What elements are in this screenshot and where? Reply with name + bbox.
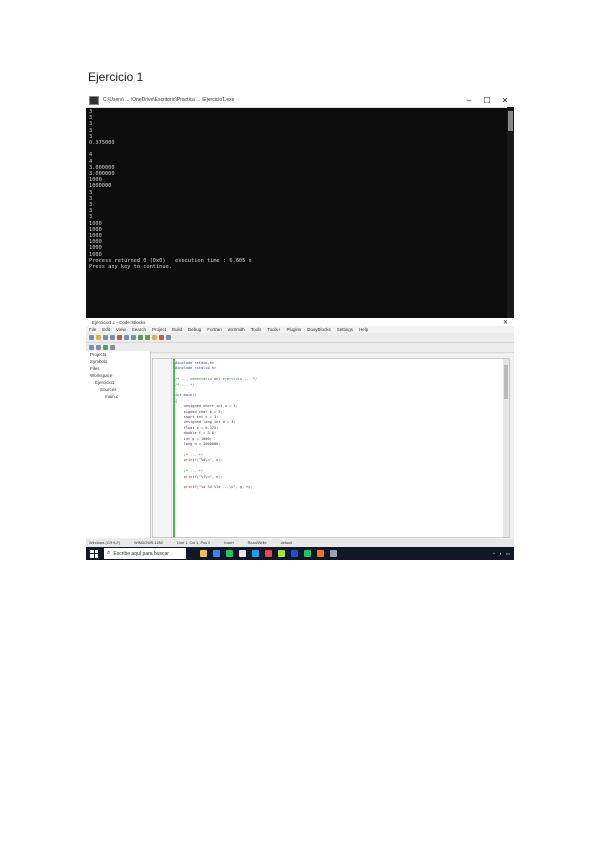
sidebar-item[interactable]: Workspace xyxy=(86,372,150,379)
menu-item[interactable]: Search xyxy=(132,327,146,332)
wifi-icon[interactable]: ◔ xyxy=(492,551,495,556)
console-line: Press any key to continue. xyxy=(89,264,172,271)
taskbar-app-icon[interactable] xyxy=(239,550,246,557)
debug-icon[interactable] xyxy=(166,335,171,340)
windows-start-icon[interactable] xyxy=(90,549,98,558)
toolbar xyxy=(86,333,514,343)
console-window: C:\Users\ ... \OneDrive\Escritorio\Pract… xyxy=(86,93,514,318)
menu-item[interactable]: Fortran xyxy=(207,327,222,332)
ide-window: Ejercicio1.c - Code::Blocks ✕ File Edit Vi… xyxy=(86,318,514,547)
project-sidebar: Projects Symbols Files Workspace Ejercicio1 S… xyxy=(86,351,151,538)
taskbar-app-icon[interactable] xyxy=(213,550,220,557)
windows-taskbar: ⌕ Escribe aquí para buscar ◔ ◖ ▭ xyxy=(86,547,514,560)
taskbar-app-icon[interactable] xyxy=(291,550,298,557)
menu-item[interactable]: Help xyxy=(359,327,368,332)
copy-icon[interactable] xyxy=(124,335,129,340)
status-item: Windows (CR+LF) xyxy=(89,541,121,545)
sidebar-item[interactable]: Sources xyxy=(86,386,150,393)
taskbar-app-icon[interactable] xyxy=(304,550,311,557)
menu-item[interactable]: wxSmith xyxy=(228,327,245,332)
notification-icon[interactable]: ▭ xyxy=(506,551,510,557)
jump-icon[interactable] xyxy=(103,345,108,350)
sidebar-item[interactable]: Ejercicio1 xyxy=(86,379,150,386)
paste-icon[interactable] xyxy=(131,335,136,340)
taskbar-app-icon[interactable] xyxy=(317,550,324,557)
close-icon[interactable]: ✕ xyxy=(503,319,508,326)
status-item: Read/Write xyxy=(247,541,267,545)
status-item: WINDOWS-1252 xyxy=(134,541,164,545)
taskbar-app-icon[interactable] xyxy=(200,550,207,557)
menu-item[interactable]: Debug xyxy=(188,327,201,332)
sidebar-item[interactable]: main.c xyxy=(86,393,150,400)
editor-scrollbar[interactable] xyxy=(503,359,509,537)
ide-title: Ejercicio1.c - Code::Blocks xyxy=(92,319,146,325)
taskbar-apps xyxy=(200,550,337,557)
taskbar-search[interactable]: ⌕ Escribe aquí para buscar xyxy=(104,548,186,559)
menu-item[interactable]: Tools xyxy=(251,327,262,332)
bookmark-icon[interactable] xyxy=(110,345,115,350)
status-item: Line 1, Col 1, Pos 0 xyxy=(177,541,211,545)
run-icon[interactable] xyxy=(145,335,150,340)
code-line: printf("%d %d %ld ...\n", g, h); xyxy=(175,485,253,490)
menu-item[interactable]: View xyxy=(116,327,126,332)
volume-icon[interactable]: ◖ xyxy=(499,551,502,556)
sidebar-item[interactable]: Projects xyxy=(86,351,150,358)
system-tray: ◔ ◖ ▭ xyxy=(492,551,510,557)
menu-item[interactable]: Build xyxy=(172,327,182,332)
menu-item[interactable]: Settings xyxy=(337,327,353,332)
taskbar-app-icon[interactable] xyxy=(265,550,272,557)
console-titlebar: C:\Users\ ... \OneDrive\Escritorio\Pract… xyxy=(86,93,514,108)
status-item: default xyxy=(280,541,292,545)
status-item: Insert xyxy=(224,541,234,545)
code-text[interactable]: #include <stdio.h> #include <stdlib.h> /*… xyxy=(175,361,501,491)
console-icon xyxy=(89,95,99,105)
menu-item[interactable]: File xyxy=(89,327,96,332)
ide-titlebar: Ejercicio1.c - Code::Blocks ✕ xyxy=(86,318,514,326)
maximize-icon[interactable]: ☐ xyxy=(478,96,496,105)
console-scrollbar[interactable] xyxy=(507,107,514,318)
save-icon[interactable] xyxy=(103,335,108,340)
stop-icon[interactable] xyxy=(159,335,164,340)
taskbar-app-icon[interactable] xyxy=(330,550,337,557)
page-heading: Ejercicio 1 xyxy=(88,70,144,84)
sidebar-item[interactable]: Files xyxy=(86,365,150,372)
sidebar-item[interactable]: Symbols xyxy=(86,358,150,365)
menu-bar: File Edit View Search Project Build Debug Fortr… xyxy=(86,326,514,333)
build-icon[interactable] xyxy=(138,335,143,340)
console-title: C:\Users\ ... \OneDrive\Escritorio\Pract… xyxy=(103,97,235,103)
search-icon: ⌕ xyxy=(107,550,111,556)
taskbar-app-icon[interactable] xyxy=(278,550,285,557)
cut-icon[interactable] xyxy=(117,335,122,340)
line-gutter xyxy=(153,359,172,537)
taskbar-app-icon[interactable] xyxy=(226,550,233,557)
taskbar-search-text: Escribe aquí para buscar xyxy=(113,550,169,557)
menu-item[interactable]: Plugins xyxy=(286,327,301,332)
minimize-icon[interactable]: – xyxy=(460,96,478,105)
search-icon[interactable] xyxy=(89,345,94,350)
menu-item[interactable]: DoxyBlocks xyxy=(307,327,331,332)
replace-icon[interactable] xyxy=(96,345,101,350)
status-bar: Windows (CR+LF) WINDOWS-1252 Line 1, Col 1… xyxy=(86,539,514,547)
build-run-icon[interactable] xyxy=(152,335,157,340)
save-all-icon[interactable] xyxy=(110,335,115,340)
new-file-icon[interactable] xyxy=(89,335,94,340)
code-editor[interactable]: #include <stdio.h> #include <stdlib.h> /*… xyxy=(152,358,510,538)
menu-item[interactable]: Tools+ xyxy=(267,327,280,332)
menu-item[interactable]: Project xyxy=(152,327,166,332)
taskbar-app-icon[interactable] xyxy=(252,550,259,557)
menu-item[interactable]: Edit xyxy=(102,327,110,332)
console-output: 3 3 3 3 3 0.375000 4 4 3.000000 3.000000 1000 1000… xyxy=(89,109,504,316)
close-icon[interactable]: ✕ xyxy=(496,96,514,105)
open-folder-icon[interactable] xyxy=(96,335,101,340)
